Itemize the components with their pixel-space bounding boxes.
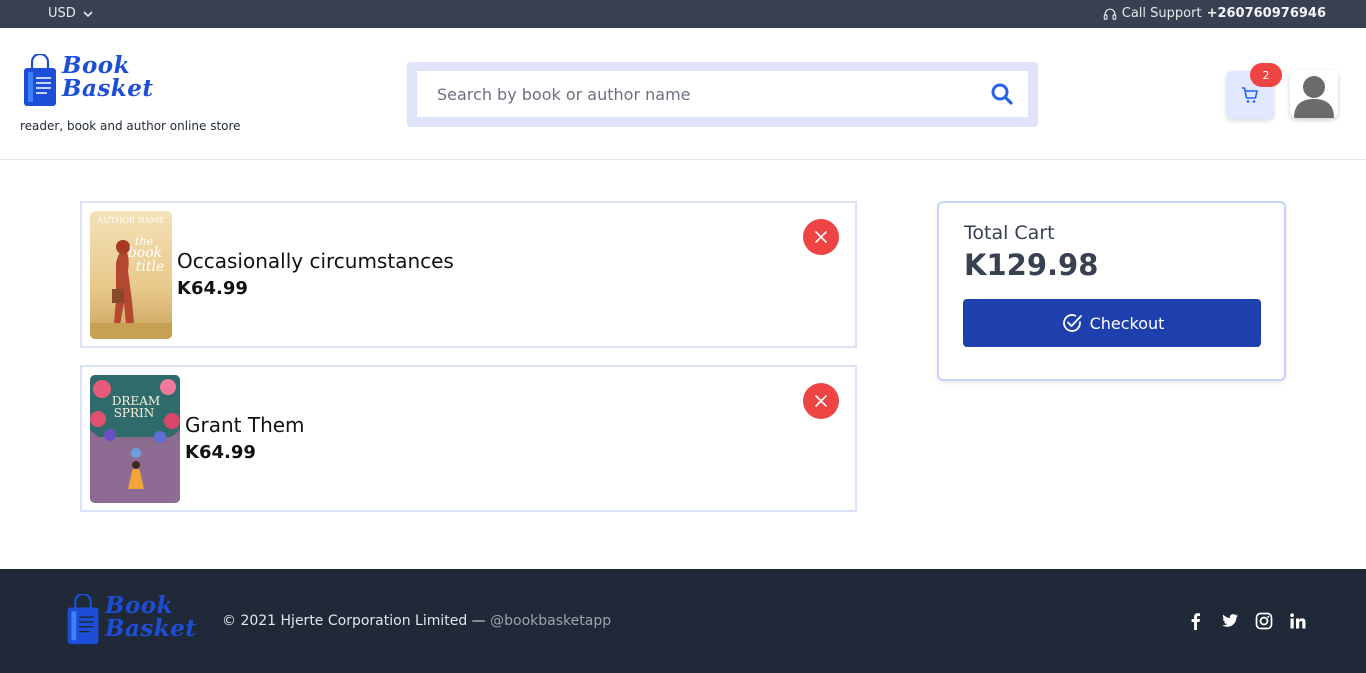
logo-line1: Book <box>105 592 174 619</box>
cart-item: DREAM SPRIN Grant Them K64.99 <box>80 365 857 512</box>
total-value: K129.98 <box>964 248 1099 282</box>
linkedin-link[interactable] <box>1288 611 1308 631</box>
twitter-link[interactable] <box>1220 611 1240 631</box>
book-cover: DREAM SPRIN <box>90 375 180 503</box>
remove-item-button[interactable] <box>803 219 839 255</box>
facebook-icon <box>1191 613 1200 630</box>
cart-count-badge: 2 <box>1250 63 1282 87</box>
tagline: reader, book and author online store <box>20 119 241 133</box>
close-icon <box>815 231 827 243</box>
cart-item: AUTHOR NAME the book title Occasionally … <box>80 201 857 348</box>
close-icon <box>815 395 827 407</box>
cover-line3: title <box>136 259 165 275</box>
logo-line1: Book <box>62 52 131 79</box>
cover-author: AUTHOR NAME <box>97 216 165 225</box>
search-bar <box>407 62 1038 127</box>
social-links <box>1186 611 1308 631</box>
support-phone[interactable]: +260760976946 <box>1207 6 1326 21</box>
instagram-link[interactable] <box>1254 611 1274 631</box>
item-title[interactable]: Occasionally circumstances <box>177 247 454 275</box>
search-input[interactable] <box>437 84 988 104</box>
footer-copyright: © 2021 Hjerte Corporation Limited — @boo… <box>222 613 611 629</box>
logo-line2: Basket <box>105 615 197 642</box>
footer-logo[interactable]: Book Basket <box>65 594 197 648</box>
item-price: K64.99 <box>177 278 248 299</box>
logo-line2: Basket <box>62 75 154 102</box>
item-title[interactable]: Grant Them <box>185 411 305 439</box>
footer: Book Basket © 2021 Hjerte Corporation Li… <box>0 569 1366 673</box>
header: Book Basket reader, book and author onli… <box>0 28 1366 160</box>
support-label: Call Support <box>1121 6 1202 21</box>
headset-icon <box>1103 8 1117 20</box>
top-bar: USD Call Support +260760976946 <box>0 0 1366 28</box>
social-handle-link[interactable]: @bookbasketapp <box>490 613 611 629</box>
item-info: Grant Them K64.99 <box>185 411 305 467</box>
book-basket-logo-icon <box>24 54 56 106</box>
book-basket-logo-icon <box>67 594 99 645</box>
search-box <box>417 71 1028 117</box>
item-price: K64.99 <box>185 442 256 463</box>
check-circle-icon <box>1062 314 1082 332</box>
chevron-down-icon <box>83 10 93 17</box>
currency-selector[interactable]: USD <box>48 6 94 21</box>
currency-label: USD <box>48 6 76 21</box>
cover-line2: SPRIN <box>114 406 155 420</box>
checkout-button[interactable]: Checkout <box>963 299 1261 347</box>
remove-item-button[interactable] <box>803 383 839 419</box>
total-label: Total Cart <box>964 222 1055 244</box>
search-button[interactable] <box>988 80 1016 108</box>
footer-logo-text: Book Basket <box>105 594 197 640</box>
item-info: Occasionally circumstances K64.99 <box>177 247 454 303</box>
user-icon <box>1294 76 1334 118</box>
logo-text: Book Basket <box>62 54 154 100</box>
linkedin-icon <box>1290 613 1306 629</box>
copyright-text: © 2021 Hjerte Corporation Limited — <box>222 613 486 629</box>
logo[interactable]: Book Basket <box>22 54 154 110</box>
cart-icon <box>1242 87 1258 103</box>
twitter-icon <box>1222 614 1238 627</box>
instagram-icon <box>1255 612 1273 630</box>
checkout-label: Checkout <box>1089 313 1165 333</box>
user-avatar[interactable] <box>1290 70 1338 118</box>
facebook-link[interactable] <box>1186 611 1206 631</box>
cart-total-card: Total Cart K129.98 Checkout <box>937 201 1286 381</box>
search-icon <box>991 83 1013 105</box>
call-support: Call Support +260760976946 <box>1103 6 1326 21</box>
book-cover: AUTHOR NAME the book title <box>90 211 172 339</box>
